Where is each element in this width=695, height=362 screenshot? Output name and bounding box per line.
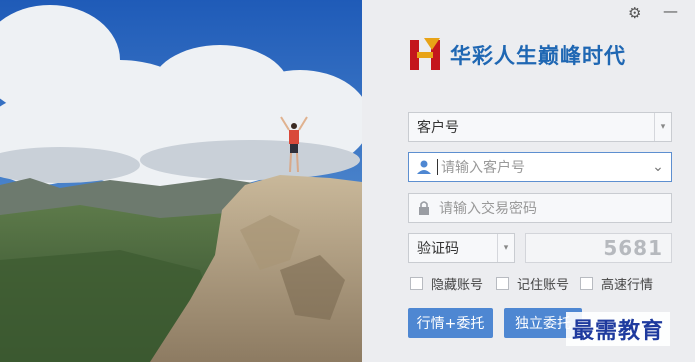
account-input[interactable]: 请输入客户号 ⌄: [408, 152, 672, 182]
dropdown-arrow-icon: ▾: [497, 234, 514, 262]
brand-logo: [410, 38, 440, 70]
password-input[interactable]: 请输入交易密码: [408, 193, 672, 223]
quote-trade-button[interactable]: 行情+委托: [408, 308, 493, 338]
password-placeholder: 请输入交易密码: [439, 201, 537, 217]
fast-quote-checkbox[interactable]: 高速行情: [580, 274, 653, 293]
remember-account-checkbox[interactable]: 记住账号: [496, 274, 569, 293]
account-type-value: 客户号: [417, 120, 459, 136]
verify-type-select[interactable]: 验证码 ▾: [408, 233, 515, 263]
dropdown-arrow-icon: ▾: [654, 113, 671, 141]
minimize-icon[interactable]: —: [663, 4, 678, 19]
account-type-select[interactable]: 客户号 ▾: [408, 112, 672, 142]
hide-account-label: 隐藏账号: [431, 278, 484, 293]
hide-account-checkbox[interactable]: 隐藏账号: [410, 274, 483, 293]
hero-photo: [0, 0, 362, 362]
user-icon: [417, 160, 431, 174]
fast-quote-label: 高速行情: [601, 278, 654, 293]
remember-account-label: 记住账号: [517, 278, 570, 293]
login-panel: ⚙ — 华彩人生巅峰时代 客户号 ▾ 请输入客户号 ⌄ 请输入交易密码 验证码 …: [362, 0, 695, 362]
gear-icon[interactable]: ⚙: [628, 6, 641, 21]
checkbox-box[interactable]: [580, 277, 593, 290]
checkbox-box[interactable]: [496, 277, 509, 290]
captcha-image[interactable]: 5681: [525, 233, 672, 263]
lock-icon: [419, 201, 429, 215]
chevron-down-icon[interactable]: ⌄: [645, 159, 671, 175]
watermark: 最需教育: [566, 312, 671, 346]
verify-type-value: 验证码: [417, 241, 459, 257]
checkbox-box[interactable]: [410, 277, 423, 290]
account-placeholder: 请输入客户号: [441, 160, 525, 176]
brand-title: 华彩人生巅峰时代: [450, 44, 626, 68]
